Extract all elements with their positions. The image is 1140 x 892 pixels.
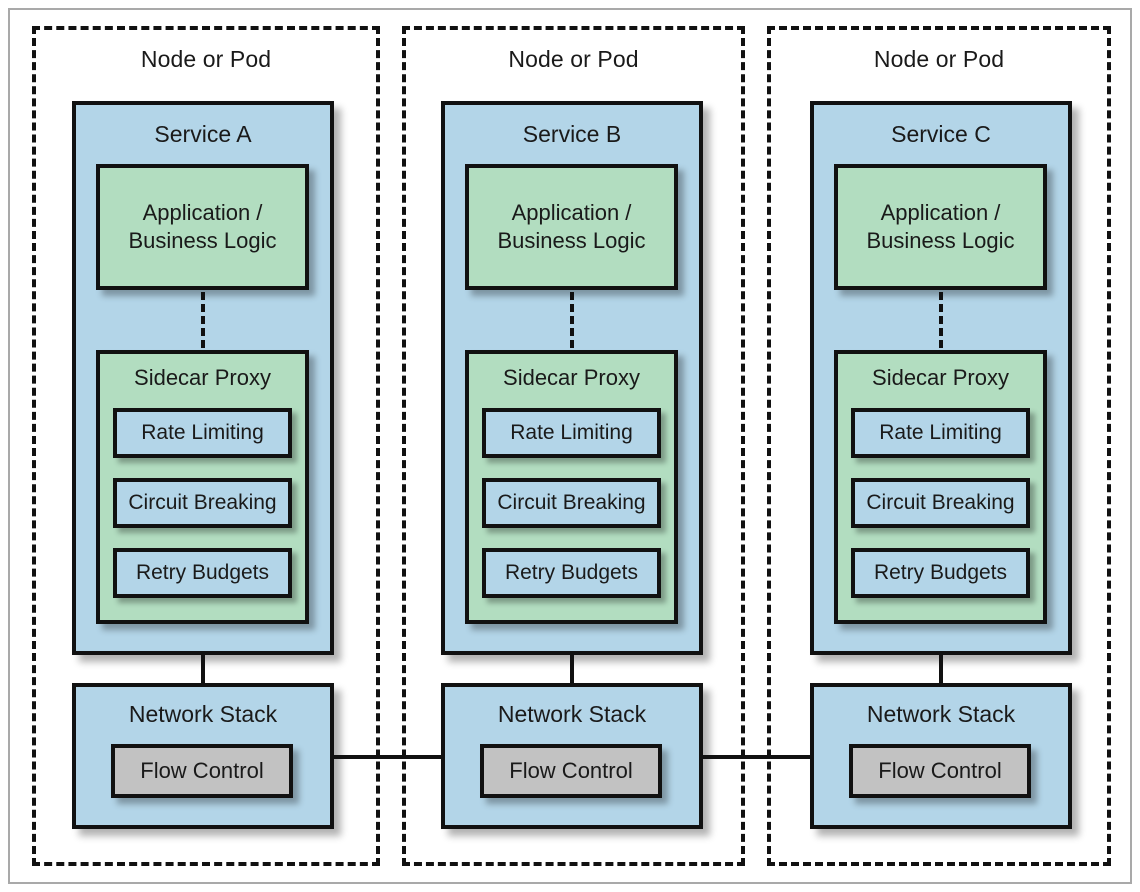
network-stack-title-2: Network Stack <box>497 701 647 727</box>
feature-label-circuit-breaking-3: Circuit Breaking <box>866 491 1015 514</box>
flow-control-box-3: Flow Control <box>849 744 1031 798</box>
feature-label-circuit-breaking-1: Circuit Breaking <box>128 491 277 514</box>
feature-box-rate-limiting-3: Rate Limiting <box>851 408 1030 458</box>
service-title-3: Service C <box>891 121 991 147</box>
service-title-2: Service B <box>522 121 622 147</box>
application-label-3: Application / Business Logic <box>866 199 1015 253</box>
application-box-3: Application / Business Logic <box>834 164 1047 290</box>
connector-netstack-2-to-3 <box>702 755 812 759</box>
feature-box-circuit-breaking-1: Circuit Breaking <box>113 478 292 528</box>
connector-app-to-proxy-2 <box>570 292 574 348</box>
feature-box-retry-budgets-1: Retry Budgets <box>113 548 292 598</box>
feature-label-circuit-breaking-2: Circuit Breaking <box>497 491 646 514</box>
application-label-1: Application / Business Logic <box>128 199 277 253</box>
service-title-1: Service A <box>154 121 252 147</box>
feature-box-rate-limiting-1: Rate Limiting <box>113 408 292 458</box>
flow-control-label-2: Flow Control <box>509 758 633 783</box>
feature-label-rate-limiting-2: Rate Limiting <box>510 421 633 444</box>
application-box-1: Application / Business Logic <box>96 164 309 290</box>
connector-app-to-proxy-3 <box>939 292 943 348</box>
sidecar-proxy-title-3: Sidecar Proxy <box>872 365 1009 390</box>
application-label-2: Application / Business Logic <box>497 199 646 253</box>
sidecar-proxy-title-2: Sidecar Proxy <box>503 365 640 390</box>
network-stack-title-3: Network Stack <box>866 701 1016 727</box>
feature-label-rate-limiting-3: Rate Limiting <box>879 421 1002 444</box>
flow-control-label-1: Flow Control <box>140 758 264 783</box>
connector-service-to-netstack-2 <box>570 653 574 687</box>
network-stack-title-1: Network Stack <box>128 701 278 727</box>
flow-control-box-2: Flow Control <box>480 744 662 798</box>
feature-label-retry-budgets-1: Retry Budgets <box>135 561 270 584</box>
node-panel-label-2: Node or Pod <box>508 46 639 72</box>
feature-box-retry-budgets-2: Retry Budgets <box>482 548 661 598</box>
flow-control-box-1: Flow Control <box>111 744 293 798</box>
diagram-canvas: Node or Pod Service A Application / Busi… <box>0 0 1140 892</box>
feature-box-rate-limiting-2: Rate Limiting <box>482 408 661 458</box>
connector-netstack-1-to-2 <box>333 755 443 759</box>
connector-service-to-netstack-1 <box>201 653 205 687</box>
feature-label-rate-limiting-1: Rate Limiting <box>141 421 264 444</box>
feature-label-retry-budgets-3: Retry Budgets <box>873 561 1008 584</box>
sidecar-proxy-title-1: Sidecar Proxy <box>134 365 271 390</box>
connector-service-to-netstack-3 <box>939 653 943 687</box>
connector-app-to-proxy-1 <box>201 292 205 348</box>
feature-box-circuit-breaking-2: Circuit Breaking <box>482 478 661 528</box>
flow-control-label-3: Flow Control <box>878 758 1002 783</box>
feature-label-retry-budgets-2: Retry Budgets <box>504 561 639 584</box>
feature-box-retry-budgets-3: Retry Budgets <box>851 548 1030 598</box>
node-panel-label-1: Node or Pod <box>140 46 272 72</box>
application-box-2: Application / Business Logic <box>465 164 678 290</box>
node-panel-label-3: Node or Pod <box>873 46 1005 72</box>
feature-box-circuit-breaking-3: Circuit Breaking <box>851 478 1030 528</box>
